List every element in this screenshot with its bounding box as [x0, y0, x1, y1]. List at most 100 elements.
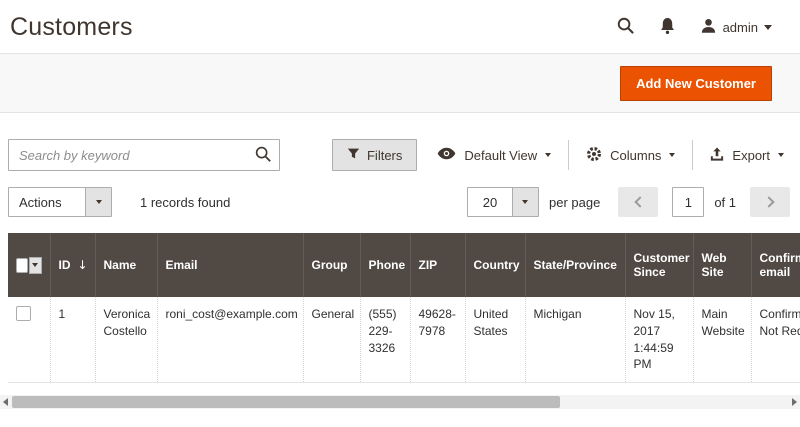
caret-down-icon	[522, 200, 528, 204]
caret-down-icon	[778, 153, 784, 157]
view-switcher-dropdown[interactable]: Default View	[435, 147, 553, 163]
user-avatar-icon	[700, 17, 717, 37]
bell-icon	[659, 17, 676, 38]
filter-funnel-icon	[347, 147, 360, 163]
page-title: Customers	[10, 13, 133, 42]
column-label: Group	[312, 258, 348, 272]
search-icon	[616, 16, 635, 38]
action-band: Add New Customer	[0, 53, 800, 113]
column-header-country[interactable]: Country	[465, 233, 525, 297]
customer-since-cell: Nov 15, 2017 1:44:59 PM	[625, 297, 693, 383]
name-cell: Veronica Costello	[95, 297, 157, 383]
records-count: 1 records found	[140, 195, 230, 210]
per-page-label: per page	[549, 195, 600, 210]
column-label: Confirmed email	[760, 251, 800, 279]
keyword-search	[8, 139, 280, 171]
caret-down-icon	[32, 263, 38, 267]
select-all-header	[8, 233, 50, 297]
grid-header: ID ↓ Name Email Group Phone ZIP Country State/Pr…	[8, 233, 800, 297]
total-pages-label: of 1	[714, 195, 736, 210]
header-actions: admin	[616, 16, 772, 38]
column-label: ID	[59, 258, 71, 272]
column-label: Email	[166, 258, 198, 272]
column-label: Web Site	[702, 251, 727, 279]
grid-body: 1Veronica Costelloroni_cost@example.comG…	[8, 297, 800, 383]
search-input[interactable]	[8, 139, 280, 171]
caret-down-icon	[764, 25, 772, 30]
table-row: 1Veronica Costelloroni_cost@example.comG…	[8, 297, 800, 383]
per-page-dropdown[interactable]: 20	[467, 187, 539, 217]
state-province-cell: Michigan	[525, 297, 625, 383]
toolbar-separator	[692, 140, 693, 170]
search-submit-button[interactable]	[254, 145, 272, 166]
column-header-state-province[interactable]: State/Province	[525, 233, 625, 297]
columns-dropdown[interactable]: Columns	[584, 146, 677, 165]
row-checkbox[interactable]	[16, 306, 31, 321]
export-dropdown[interactable]: Export	[708, 147, 786, 164]
column-header-customer-since[interactable]: Customer Since	[625, 233, 693, 297]
filters-button[interactable]: Filters	[332, 139, 417, 171]
column-header-group[interactable]: Group	[303, 233, 360, 297]
select-all-checkbox[interactable]	[16, 258, 28, 273]
country-cell: United States	[465, 297, 525, 383]
column-label: ZIP	[419, 258, 438, 272]
grid-header-row: ID ↓ Name Email Group Phone ZIP Country State/Pr…	[8, 233, 800, 297]
actions-dropdown-caret[interactable]	[85, 188, 111, 216]
columns-label: Columns	[610, 148, 661, 163]
column-header-web-site[interactable]: Web Site	[693, 233, 751, 297]
actions-dropdown-label: Actions	[9, 188, 85, 216]
caret-down-icon	[669, 153, 675, 157]
column-label: Name	[104, 258, 137, 272]
chevron-left-icon	[634, 196, 645, 207]
column-header-email[interactable]: Email	[157, 233, 303, 297]
grid-viewport[interactable]: ID ↓ Name Email Group Phone ZIP Country State/Pr…	[8, 233, 800, 383]
global-search-button[interactable]	[616, 16, 635, 38]
page-header: Customers admin	[0, 0, 800, 52]
id-cell: 1	[50, 297, 95, 383]
column-header-name[interactable]: Name	[95, 233, 157, 297]
previous-page-button[interactable]	[618, 187, 658, 217]
view-switcher-label: Default View	[464, 148, 537, 163]
add-new-customer-button[interactable]: Add New Customer	[620, 66, 772, 101]
horizontal-scrollbar[interactable]	[0, 395, 800, 409]
admin-user-label: admin	[723, 20, 758, 35]
scroll-right-arrow-icon[interactable]	[792, 398, 797, 406]
caret-down-icon	[545, 153, 551, 157]
web-site-cell: Main Website	[693, 297, 751, 383]
sort-descending-icon: ↓	[78, 258, 88, 272]
row-select-cell	[8, 297, 50, 383]
per-page-caret[interactable]	[512, 188, 538, 216]
column-label: Phone	[369, 258, 406, 272]
group-cell: General	[303, 297, 360, 383]
admin-account-menu[interactable]: admin	[700, 17, 772, 37]
phone-cell: (555) 229-3326	[360, 297, 410, 383]
grid-toolbar: Filters Default View Columns Export	[8, 139, 786, 171]
select-all-caret-button[interactable]	[29, 257, 42, 274]
column-label: Customer Since	[634, 251, 690, 279]
eye-icon	[437, 147, 456, 163]
email-cell: roni_cost@example.com	[157, 297, 303, 383]
confirmed-email-cell: Confirmation Not Required	[751, 297, 800, 383]
caret-down-icon	[96, 200, 102, 204]
pagination: 20 per page of 1	[467, 187, 790, 217]
export-icon	[710, 147, 724, 164]
scrollbar-thumb[interactable]	[12, 396, 560, 408]
chevron-right-icon	[763, 196, 774, 207]
column-header-confirmed-email[interactable]: Confirmed email	[751, 233, 800, 297]
column-header-id[interactable]: ID ↓	[50, 233, 95, 297]
current-page-input[interactable]	[672, 187, 704, 217]
scroll-left-arrow-icon[interactable]	[3, 398, 8, 406]
column-header-phone[interactable]: Phone	[360, 233, 410, 297]
customers-grid: ID ↓ Name Email Group Phone ZIP Country State/Pr…	[8, 233, 800, 383]
column-label: State/Province	[534, 258, 617, 272]
notifications-button[interactable]	[659, 17, 676, 38]
per-page-value: 20	[468, 188, 512, 216]
gear-icon	[586, 146, 602, 165]
toolbar-separator	[568, 140, 569, 170]
actions-dropdown[interactable]: Actions	[8, 187, 112, 217]
filters-label: Filters	[367, 148, 402, 163]
column-header-zip[interactable]: ZIP	[410, 233, 465, 297]
search-icon	[254, 151, 272, 166]
column-label: Country	[474, 258, 520, 272]
next-page-button[interactable]	[750, 187, 790, 217]
